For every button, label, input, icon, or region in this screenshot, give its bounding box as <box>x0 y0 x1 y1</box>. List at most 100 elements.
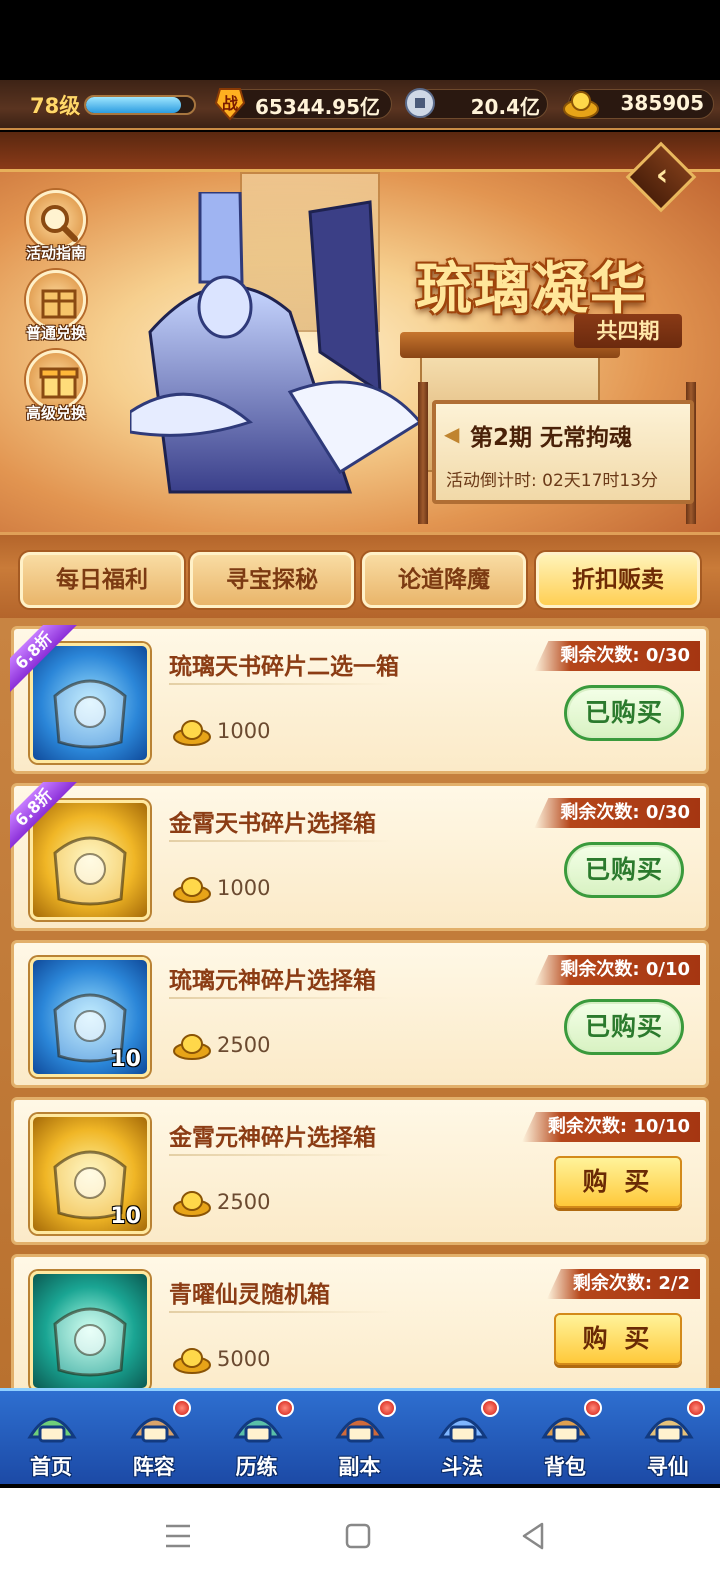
nav-label: 历练 <box>235 1455 278 1479</box>
guide-label: 活动指南 <box>25 244 86 262</box>
shop-item-card: 10 金霄元神碎片选择箱 2500 剩余次数: 10/10 购 买 <box>11 1097 709 1245</box>
countdown-text: 活动倒计时: 02天17时13分 <box>446 471 659 491</box>
gold-ingot-icon <box>173 720 211 746</box>
item-price: 2500 <box>217 1190 271 1214</box>
event-title: 琉璃凝华 <box>416 257 648 322</box>
gold-value: 385905 <box>620 91 705 115</box>
item-name: 金霄天书碎片选择箱 <box>169 811 376 837</box>
period-board: ◀ 第2期 无常拘魂 活动倒计时: 02天17时13分 <box>432 400 694 504</box>
normal-exchange-button[interactable]: 普通兑换 <box>18 270 94 343</box>
xp-bar <box>84 95 196 115</box>
buy-button[interactable]: 购 买 <box>554 1313 682 1365</box>
home-square-icon[interactable] <box>336 1516 380 1556</box>
remaining-count: 剩余次数: 2/2 <box>546 1269 700 1299</box>
item-box-icon[interactable]: 10 <box>30 1114 150 1234</box>
item-name: 青曜仙灵随机箱 <box>169 1282 330 1308</box>
item-name: 琉璃元神碎片选择箱 <box>169 968 376 994</box>
nav-item[interactable]: 寻仙 <box>617 1391 719 1487</box>
gold-ingot-icon <box>173 1348 211 1374</box>
notification-dot <box>686 1399 705 1417</box>
item-box-icon[interactable] <box>30 1271 150 1388</box>
xp-bar-fill <box>86 97 182 113</box>
divider <box>169 1311 394 1313</box>
purchased-button[interactable]: 已购买 <box>564 842 684 898</box>
shop-item-card: 6.8折 金霄天书碎片选择箱 1000 剩余次数: 0/30 已购买 <box>10 782 709 931</box>
bottom-nav: 首页 阵容 历练 副本 斗法 背包 寻仙 <box>0 1388 720 1484</box>
power-value: 65344.95亿 <box>254 95 380 119</box>
gift-box-icon <box>26 350 86 410</box>
remaining-count: 剩余次数: 0/30 <box>534 641 700 671</box>
remaining-count: 剩余次数: 10/10 <box>521 1112 700 1142</box>
ghost-character-illustration <box>130 192 423 494</box>
shop-item-card: 10 琉璃元神碎片选择箱 2500 剩余次数: 0/10 已购买 <box>11 940 709 1088</box>
item-list[interactable]: 6.8折 琉璃天书碎片二选一箱 1000 剩余次数: 0/30 已购买 6.8折 金霄… <box>0 618 720 1388</box>
resource-bar: 78级 战 65344.95亿 20.4亿 385905 <box>0 80 720 130</box>
purchased-button[interactable]: 已购买 <box>564 685 684 741</box>
tab-treasure-hunt[interactable]: 寻宝探秘 <box>190 552 354 608</box>
gold-ingot-icon <box>563 91 599 119</box>
gold-ingot-icon <box>173 1034 211 1060</box>
gift-box-icon <box>26 270 86 330</box>
discount-ribbon: 6.8折 <box>10 782 80 852</box>
gold-ingot-icon <box>173 877 211 903</box>
board-post <box>418 382 428 524</box>
battle-power-icon: 战 <box>214 88 246 121</box>
gold-ingot-icon <box>173 1191 211 1217</box>
nav-item[interactable]: 历练 <box>206 1391 308 1487</box>
player-level: 78级 <box>30 94 81 118</box>
guide-button[interactable]: 活动指南 <box>18 190 94 263</box>
nav-item[interactable]: 副本 <box>308 1391 410 1487</box>
coin-value: 20.4亿 <box>470 95 540 119</box>
shop-item-card: 6.8折 琉璃天书碎片二选一箱 1000 剩余次数: 0/30 已购买 <box>10 625 709 774</box>
discount-ribbon: 6.8折 <box>10 625 80 695</box>
magnifier-icon <box>26 190 86 250</box>
nav-label: 阵容 <box>132 1455 175 1479</box>
item-price: 1000 <box>217 876 271 900</box>
back-triangle-icon[interactable] <box>512 1516 556 1556</box>
caret-left-icon[interactable]: ◀ <box>444 422 459 446</box>
nav-item[interactable]: 背包 <box>514 1391 616 1487</box>
discount-label: 6.8折 <box>10 782 78 852</box>
copper-coin-icon <box>405 88 435 118</box>
back-arrow-icon[interactable]: ‹ <box>642 156 682 196</box>
divider <box>169 997 394 999</box>
event-banner: 琉璃凝华 共四期 ‹ 活动指南 普通兑换 高级兑换 ◀ 第2期 无常拘魂 活动倒… <box>0 132 720 532</box>
remaining-count: 剩余次数: 0/30 <box>534 798 700 828</box>
item-name: 金霄元神碎片选择箱 <box>169 1125 376 1151</box>
notification-dot <box>378 1399 397 1417</box>
period-name: 第2期 无常拘魂 <box>470 425 633 451</box>
divider <box>169 1154 394 1156</box>
nav-label: 斗法 <box>441 1455 484 1479</box>
notification-dot <box>584 1399 602 1417</box>
advanced-exchange-label: 高级兑换 <box>25 404 86 422</box>
purchased-button[interactable]: 已购买 <box>564 999 684 1055</box>
advanced-exchange-button[interactable]: 高级兑换 <box>18 350 94 423</box>
menu-icon[interactable] <box>156 1516 200 1556</box>
nav-label: 背包 <box>544 1455 586 1479</box>
nav-label: 寻仙 <box>646 1455 689 1479</box>
item-price: 1000 <box>217 719 271 743</box>
remaining-count: 剩余次数: 0/10 <box>534 955 700 985</box>
nav-item[interactable]: 阵容 <box>103 1391 205 1487</box>
system-status-bar <box>0 0 720 80</box>
tab-demon-subduing[interactable]: 论道降魔 <box>362 552 526 608</box>
home-icon <box>27 1417 77 1443</box>
nav-item[interactable]: 首页 <box>0 1391 102 1487</box>
tab-discount-sale[interactable]: 折扣贩卖 <box>536 552 700 608</box>
nav-item[interactable]: 斗法 <box>411 1391 513 1487</box>
android-nav-bar <box>0 1488 720 1584</box>
shop-item-card: 青曜仙灵随机箱 5000 剩余次数: 2/2 购 买 <box>11 1254 709 1388</box>
buy-button[interactable]: 购 买 <box>554 1156 682 1208</box>
item-price: 5000 <box>217 1347 271 1371</box>
tab-daily-welfare[interactable]: 每日福利 <box>20 552 184 608</box>
discount-label: 6.8折 <box>10 625 78 695</box>
item-quantity: 10 <box>110 1047 141 1072</box>
divider <box>169 683 394 685</box>
nav-label: 副本 <box>338 1455 381 1479</box>
event-subtitle: 共四期 <box>574 314 682 348</box>
item-name: 琉璃天书碎片二选一箱 <box>169 654 399 680</box>
item-box-icon[interactable]: 10 <box>30 957 150 1077</box>
notification-dot <box>172 1399 191 1417</box>
banner-arch <box>0 132 720 172</box>
nav-label: 首页 <box>30 1455 72 1479</box>
